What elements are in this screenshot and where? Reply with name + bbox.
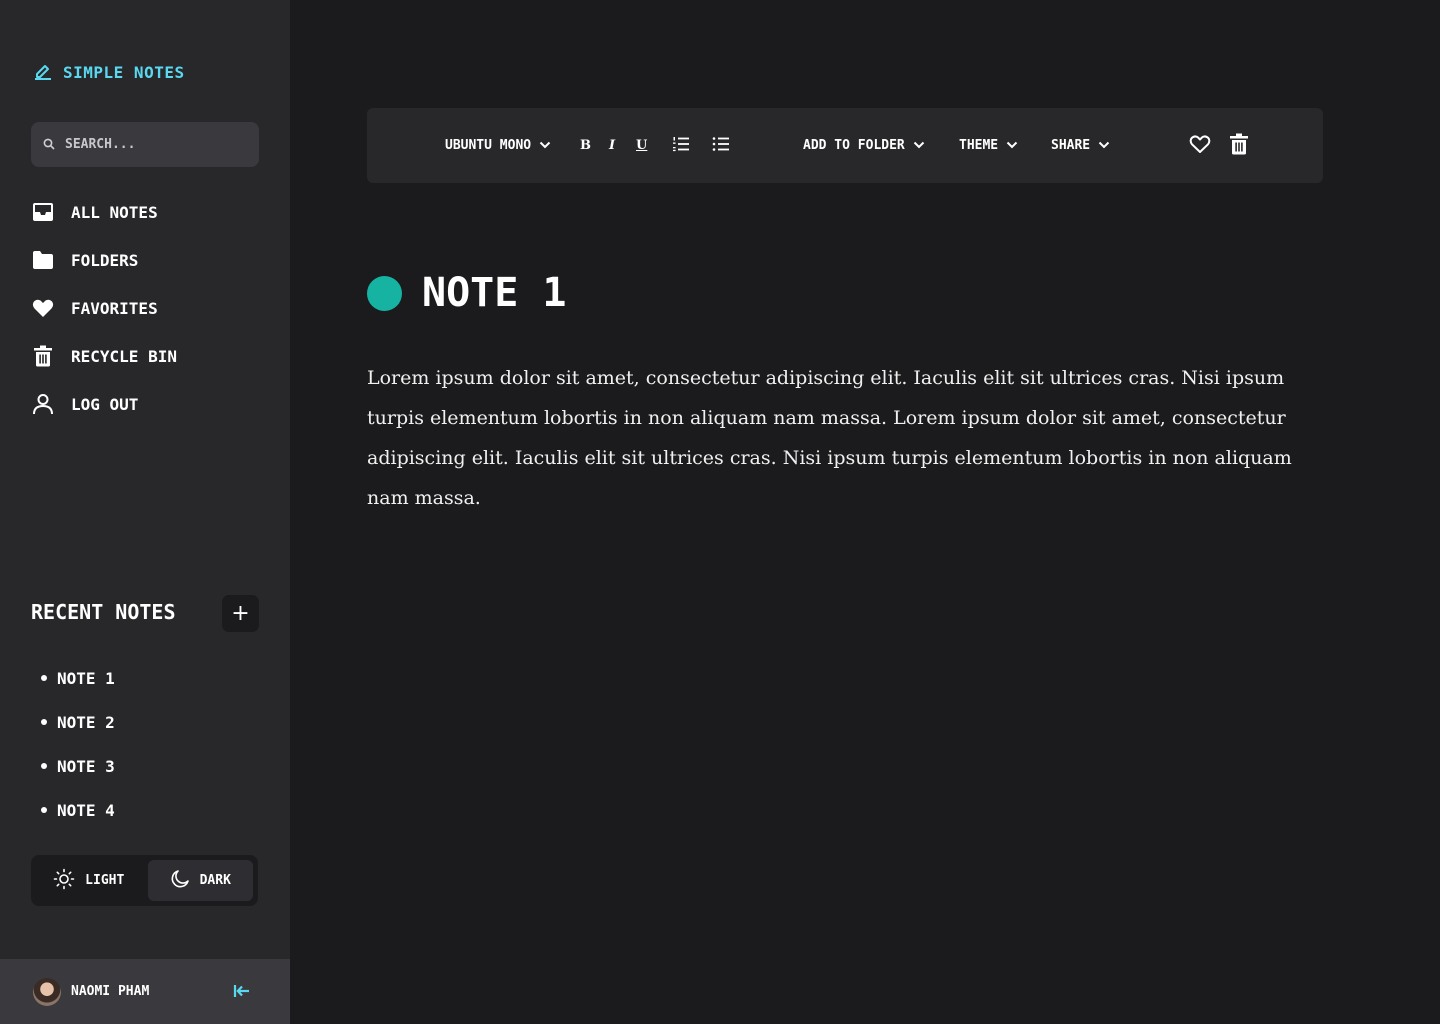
numbered-list-button[interactable] [672,108,690,183]
bullet-list-button[interactable] [712,108,730,183]
nav-item-recycle-bin[interactable]: RECYCLE BIN [31,341,261,371]
theme-toggle: LIGHT DARK [31,855,258,906]
search-box[interactable] [31,122,259,167]
bullet-icon [41,807,47,813]
bold-button[interactable]: B [580,108,591,183]
user-bar: NAOMI PHAM [0,959,290,1024]
share-label: SHARE [1051,138,1091,153]
note-title[interactable]: NOTE 1 [422,270,567,316]
font-dropdown[interactable]: UBUNTU MONO [445,108,551,183]
theme-light-button[interactable]: LIGHT [36,860,142,901]
add-to-folder-label: ADD TO FOLDER [803,138,905,153]
note-header: NOTE 1 [367,270,567,316]
recent-notes-title: RECENT NOTES [31,600,176,624]
app-brand[interactable]: SIMPLE NOTES [33,60,185,84]
recent-note-item[interactable]: NOTE 1 [41,666,115,690]
heart-outline-icon [1189,134,1211,158]
moon-icon [170,869,190,893]
avatar[interactable] [33,977,61,1006]
nav-label: ALL NOTES [71,202,158,222]
nav-label: LOG OUT [71,394,139,414]
bullet-list-icon [712,136,730,156]
nav-item-favorites[interactable]: FAVORITES [31,293,261,323]
favorite-button[interactable] [1189,108,1211,183]
chevron-down-icon [1098,138,1110,153]
note-body[interactable]: Lorem ipsum dolor sit amet, consectetur … [367,358,1317,518]
theme-dark-button[interactable]: DARK [147,860,253,901]
add-note-button[interactable]: + [222,595,259,632]
underline-button[interactable]: U [636,108,647,183]
chevron-down-icon [1006,138,1018,153]
recent-note-item[interactable]: NOTE 4 [41,798,115,822]
user-icon [31,392,55,416]
nav-item-folders[interactable]: FOLDERS [31,245,261,275]
nav-label: FAVORITES [71,298,158,318]
chevron-down-icon [913,138,925,153]
recent-note-label: NOTE 1 [57,668,115,688]
folder-icon [31,248,55,272]
bullet-icon [41,675,47,681]
bullet-icon [41,763,47,769]
nav-item-all-notes[interactable]: ALL NOTES [31,197,261,227]
nav-label: RECYCLE BIN [71,346,177,366]
italic-button[interactable]: I [609,108,615,183]
editor-toolbar: UBUNTU MONO B I U ADD TO FOLDER THEME SH… [367,108,1323,183]
theme-light-label: LIGHT [85,873,125,888]
bullet-icon [41,719,47,725]
theme-dark-label: DARK [199,873,231,888]
theme-label: THEME [959,138,999,153]
add-to-folder-dropdown[interactable]: ADD TO FOLDER [803,108,925,183]
theme-dropdown[interactable]: THEME [959,108,1018,183]
heart-icon [31,296,55,320]
app-title: SIMPLE NOTES [63,62,185,82]
inbox-icon [31,200,55,224]
collapse-sidebar-icon[interactable] [232,981,252,1005]
delete-note-button[interactable] [1229,108,1249,183]
chevron-down-icon [539,138,551,153]
pencil-icon [33,60,53,84]
sidebar: SIMPLE NOTES ALL NOTES FOLDERS [0,0,290,1024]
numbered-list-icon [672,136,690,156]
trash-icon [1229,133,1249,159]
note-color-dot[interactable] [367,275,402,311]
user-name: NAOMI PHAM [71,984,150,999]
sun-icon [53,868,75,894]
font-label: UBUNTU MONO [445,138,532,153]
trash-icon [31,344,55,368]
recent-note-label: NOTE 3 [57,756,115,776]
search-icon [43,135,55,154]
share-dropdown[interactable]: SHARE [1051,108,1110,183]
recent-note-item[interactable]: NOTE 2 [41,710,115,734]
recent-note-label: NOTE 4 [57,800,115,820]
search-input[interactable] [65,137,245,152]
nav-item-log-out[interactable]: LOG OUT [31,389,261,419]
nav-label: FOLDERS [71,250,139,270]
recent-note-item[interactable]: NOTE 3 [41,754,115,778]
recent-note-label: NOTE 2 [57,712,115,732]
